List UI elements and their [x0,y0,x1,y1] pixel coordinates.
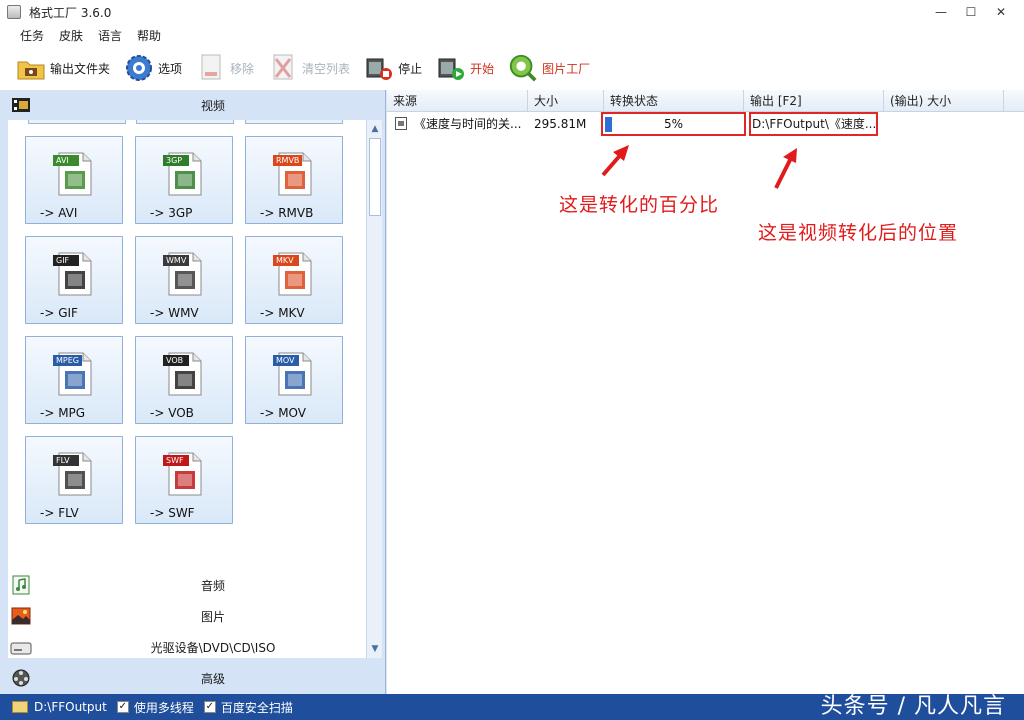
start-icon [436,53,466,83]
format-label: -> SWF [150,506,195,520]
format-tag: AVI [53,155,79,166]
format-label: -> 3GP [150,206,193,220]
clear-list-icon [268,53,298,83]
picture-factory-icon [508,53,538,83]
format-tag: MKV [273,255,299,266]
picture-icon [10,605,32,627]
3gp-file-icon: 3GP [163,149,207,197]
menu-skin[interactable]: 皮肤 [59,27,83,44]
format-tile-flv[interactable]: FLV -> FLV [25,436,123,524]
annotation-output-location: 这是视频转化后的位置 [758,222,959,244]
wmv-file-icon: WMV [163,249,207,297]
format-label: -> RMVB [260,206,314,220]
format-label: -> MOV [260,406,306,420]
music-icon [10,574,32,596]
picture-factory-button[interactable]: 图片工厂 [508,50,590,86]
remove-icon [196,53,226,83]
format-tag: RMVB [273,155,303,166]
format-tag: 3GP [163,155,189,166]
options-button[interactable]: 选项 [124,50,182,86]
menu-task[interactable]: 任务 [20,27,44,44]
menu-bar: 任务 皮肤 语言 帮助 [0,24,1024,46]
window-controls: — ☐ ✕ [926,0,1016,24]
gear-icon [124,53,154,83]
grid-strip [8,120,366,126]
format-label: -> AVI [40,206,78,220]
arrow-to-output [774,148,797,189]
multithread-checkbox[interactable]: ✓ [116,701,129,713]
category-advanced[interactable]: 高级 [0,663,386,693]
category-video[interactable]: 视频 [0,90,386,120]
menu-language[interactable]: 语言 [98,27,122,44]
category-audio[interactable]: 音频 [0,570,386,600]
vob-file-icon: VOB [163,349,207,397]
rmvb-file-icon: RMVB [273,149,317,197]
menu-help[interactable]: 帮助 [137,27,161,44]
format-label: -> FLV [40,506,79,520]
close-button[interactable]: ✕ [986,0,1016,24]
output-path-status[interactable]: D:\FFOutput [34,700,107,714]
start-button[interactable]: 开始 [436,50,494,86]
flv-file-icon: FLV [53,449,97,497]
stop-button[interactable]: 停止 [364,50,422,86]
format-tile-swf[interactable]: SWF -> SWF [135,436,233,524]
multithread-label: 使用多线程 [133,700,194,715]
format-label: -> MPG [40,406,86,420]
format-tag: GIF [53,255,79,266]
scroll-up-icon[interactable]: ▲ [368,121,382,137]
category-picture[interactable]: 图片 [0,601,386,631]
remove-button[interactable]: 移除 [196,50,254,86]
app-icon [7,5,21,19]
mkv-file-icon: MKV [273,249,317,297]
format-tag: WMV [163,255,190,266]
format-label: -> WMV [150,306,199,320]
baidu-scan-label: 百度安全扫描 [220,700,293,715]
disc-drive-icon [10,636,32,658]
category-panel: 视频 AVI -> AVI 3GP -> 3GP RMVB -> RMVB GIF -> GI… [0,90,386,694]
swf-file-icon: SWF [163,449,207,497]
mov-file-icon: MOV [273,349,317,397]
baidu-scan-checkbox[interactable]: ✓ [203,701,216,713]
film-icon [10,94,32,116]
window-title: 格式工厂 3.6.0 [29,5,112,20]
folder-icon [16,53,46,83]
watermark-text: 头条号 / 凡人凡言 [820,694,1006,719]
maximize-button[interactable]: ☐ [956,0,986,24]
format-tag: MPEG [53,355,82,366]
reel-icon [10,667,32,689]
format-tile-mpeg[interactable]: MPEG -> MPG [25,336,123,424]
format-label: -> MKV [260,306,305,320]
gif-file-icon: GIF [53,249,97,297]
format-tile-mov[interactable]: MOV -> MOV [245,336,343,424]
toolbar: 输出文件夹 选项 移除 清空列表 停止 开始 图片工厂 [0,46,1024,90]
minimize-button[interactable]: — [926,0,956,24]
annotation-percent: 这是转化的百分比 [559,194,720,216]
scroll-thumb[interactable] [369,138,381,216]
folder-icon [12,701,28,713]
format-label: -> VOB [150,406,194,420]
format-tag: FLV [53,455,79,466]
format-tag: MOV [273,355,299,366]
category-rom[interactable]: 光驱设备\DVD\CD\ISO [0,632,386,662]
format-tile-gif[interactable]: GIF -> GIF [25,236,123,324]
format-tile-wmv[interactable]: WMV -> WMV [135,236,233,324]
status-bar: D:\FFOutput ✓ 使用多线程 ✓ 百度安全扫描 头条号 / 凡人凡言 [0,694,1024,720]
clear-list-button[interactable]: 清空列表 [268,50,350,86]
format-tile-mkv[interactable]: MKV -> MKV [245,236,343,324]
mpeg-file-icon: MPEG [53,349,97,397]
task-list: 来源 大小 转换状态 输出 [F2] (输出) 大小 《速度与时间的关... 2… [387,90,1024,694]
format-tile-3gp[interactable]: 3GP -> 3GP [135,136,233,224]
format-tag: VOB [163,355,189,366]
title-bar: 格式工厂 3.6.0 — ☐ ✕ [0,0,1024,24]
format-tile-avi[interactable]: AVI -> AVI [25,136,123,224]
output-folder-button[interactable]: 输出文件夹 [16,50,110,86]
format-tile-vob[interactable]: VOB -> VOB [135,336,233,424]
format-tag: SWF [163,455,189,466]
avi-file-icon: AVI [53,149,97,197]
format-label: -> GIF [40,306,78,320]
format-tile-rmvb[interactable]: RMVB -> RMVB [245,136,343,224]
stop-icon [364,53,394,83]
arrow-to-progress [601,145,629,177]
